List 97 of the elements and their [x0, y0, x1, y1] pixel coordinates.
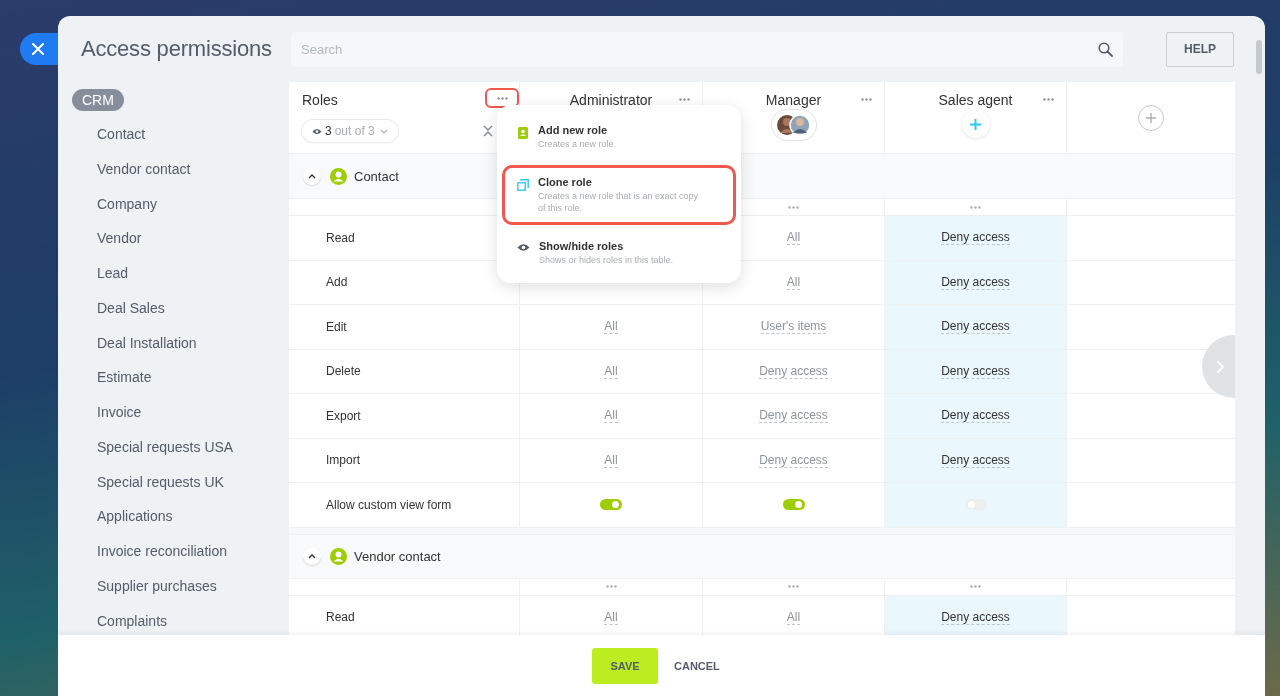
expand-toggle[interactable] [303, 167, 321, 185]
access-level[interactable]: Deny access [941, 609, 1010, 625]
sidebar-item[interactable]: Applications [97, 499, 173, 534]
add-member-button[interactable] [961, 110, 990, 138]
save-button[interactable]: SAVE [592, 647, 658, 684]
sidebar-item[interactable]: Special requests UK [97, 464, 224, 500]
scrollbar-thumb[interactable] [1256, 40, 1262, 74]
access-level[interactable]: All [604, 452, 618, 468]
menu-item-description: Creates a new role that is an exact copy of this role. [538, 190, 700, 214]
collapse-icon[interactable] [483, 125, 493, 137]
permission-label: Read [326, 230, 355, 245]
role-filter[interactable]: 3 out of 3 [302, 120, 398, 142]
more-icon[interactable] [679, 98, 690, 101]
access-level[interactable]: All [604, 609, 618, 625]
access-level[interactable]: Deny access [759, 452, 828, 468]
access-level[interactable]: All [604, 408, 618, 424]
more-icon[interactable] [605, 585, 617, 588]
chevron-icon [1216, 359, 1225, 374]
close-button[interactable] [20, 33, 58, 65]
menu-item[interactable]: Show/hide roles Shows or hides roles in this table. [502, 233, 736, 273]
close-icon [32, 43, 44, 55]
search-icon [1098, 41, 1113, 57]
access-level[interactable]: Deny access [941, 408, 1010, 424]
more-icon[interactable] [788, 205, 799, 209]
access-level[interactable]: All [604, 319, 618, 335]
role-name: Manager [765, 92, 822, 108]
sidebar-item[interactable]: Company [97, 186, 157, 222]
menu-item[interactable]: Add new role Creates a new role. [502, 117, 736, 157]
contact-book-icon [517, 127, 529, 139]
access-level[interactable]: Deny access [759, 363, 828, 379]
toggle-switch[interactable] [600, 499, 622, 511]
more-icon[interactable] [861, 98, 872, 101]
permission-label: Read [326, 610, 355, 625]
chevron-icon [308, 173, 316, 179]
access-level[interactable]: Deny access [941, 319, 1010, 335]
caret-icon [379, 128, 388, 134]
help-button[interactable]: HELP [1166, 31, 1234, 67]
role-name: Administrator [569, 92, 653, 108]
add-role-button[interactable] [1138, 104, 1164, 131]
permission-label: Delete [326, 364, 361, 379]
permission-label: Add [326, 275, 348, 290]
more-icon[interactable] [970, 585, 981, 588]
sidebar-item[interactable]: Complaints [97, 603, 168, 639]
access-level[interactable]: Deny access [941, 363, 1010, 379]
sidebar-item[interactable]: Supplier purchases [97, 568, 217, 604]
access-level[interactable]: All [786, 609, 801, 625]
expand-toggle[interactable] [303, 547, 321, 565]
section-title: Vendor contact [354, 548, 441, 564]
access-level[interactable]: All [786, 230, 801, 246]
sidebar-item[interactable]: Invoice reconciliation [97, 534, 227, 569]
chevron-icon [308, 553, 316, 559]
sidebar-item[interactable]: Deal Sales [97, 290, 165, 326]
access-level[interactable]: User's items [760, 319, 827, 335]
section-title: Contact [354, 168, 399, 184]
sidebar-item[interactable]: Special requests USA [97, 429, 234, 465]
access-level[interactable]: All [786, 274, 801, 290]
sidebar-item[interactable]: Deal Installation [97, 325, 197, 361]
more-icon[interactable] [788, 585, 799, 588]
menu-item-description: Creates a new role. [538, 138, 617, 150]
user-icon [330, 547, 347, 565]
access-level[interactable]: Deny access [941, 230, 1010, 246]
sidebar-item[interactable]: Contact [97, 117, 146, 152]
permission-label: Edit [326, 319, 347, 334]
more-icon [496, 96, 508, 100]
sidebar-item[interactable]: Vendor contact [97, 151, 191, 187]
menu-item-title: Clone role [538, 176, 593, 188]
page-title: Access permissions [81, 36, 273, 62]
user-icon [330, 167, 347, 185]
menu-item-description: Shows or hides roles in this table. [539, 254, 674, 266]
sidebar-item[interactable]: Lead [97, 256, 129, 291]
plus-icon [969, 117, 982, 131]
sidebar-item[interactable]: Invoice [97, 395, 142, 430]
more-icon[interactable] [970, 205, 981, 209]
toggle-switch[interactable] [782, 499, 805, 511]
access-level[interactable]: Deny access [941, 274, 1010, 290]
column-title: Roles [302, 91, 338, 108]
access-level[interactable]: All [604, 363, 618, 379]
menu-item[interactable]: Clone role Creates a new role that is an exact copy of this role. [502, 165, 736, 225]
access-level[interactable]: Deny access [941, 452, 1010, 468]
menu-item-title: Show/hide roles [539, 240, 625, 252]
sidebar-item[interactable]: Vendor [97, 221, 142, 256]
access-level[interactable]: Deny access [759, 408, 828, 424]
plus-icon [1145, 111, 1157, 124]
more-icon[interactable] [1043, 98, 1054, 101]
menu-item-title: Add new role [538, 124, 609, 136]
member-avatars[interactable] [771, 110, 816, 140]
permission-label: Allow custom view form [326, 497, 452, 512]
permission-label: Export [326, 408, 361, 423]
copy-icon [517, 179, 529, 191]
group-tab[interactable]: CRM [72, 89, 124, 111]
eye-icon [517, 243, 530, 252]
eye-icon [312, 127, 322, 135]
role-name: Sales agent [938, 92, 1013, 108]
cancel-button[interactable]: CANCEL [674, 659, 720, 672]
sidebar-item[interactable]: Estimate [97, 360, 152, 395]
permission-label: Import [326, 453, 360, 468]
search-field[interactable]: Search [291, 31, 1123, 67]
